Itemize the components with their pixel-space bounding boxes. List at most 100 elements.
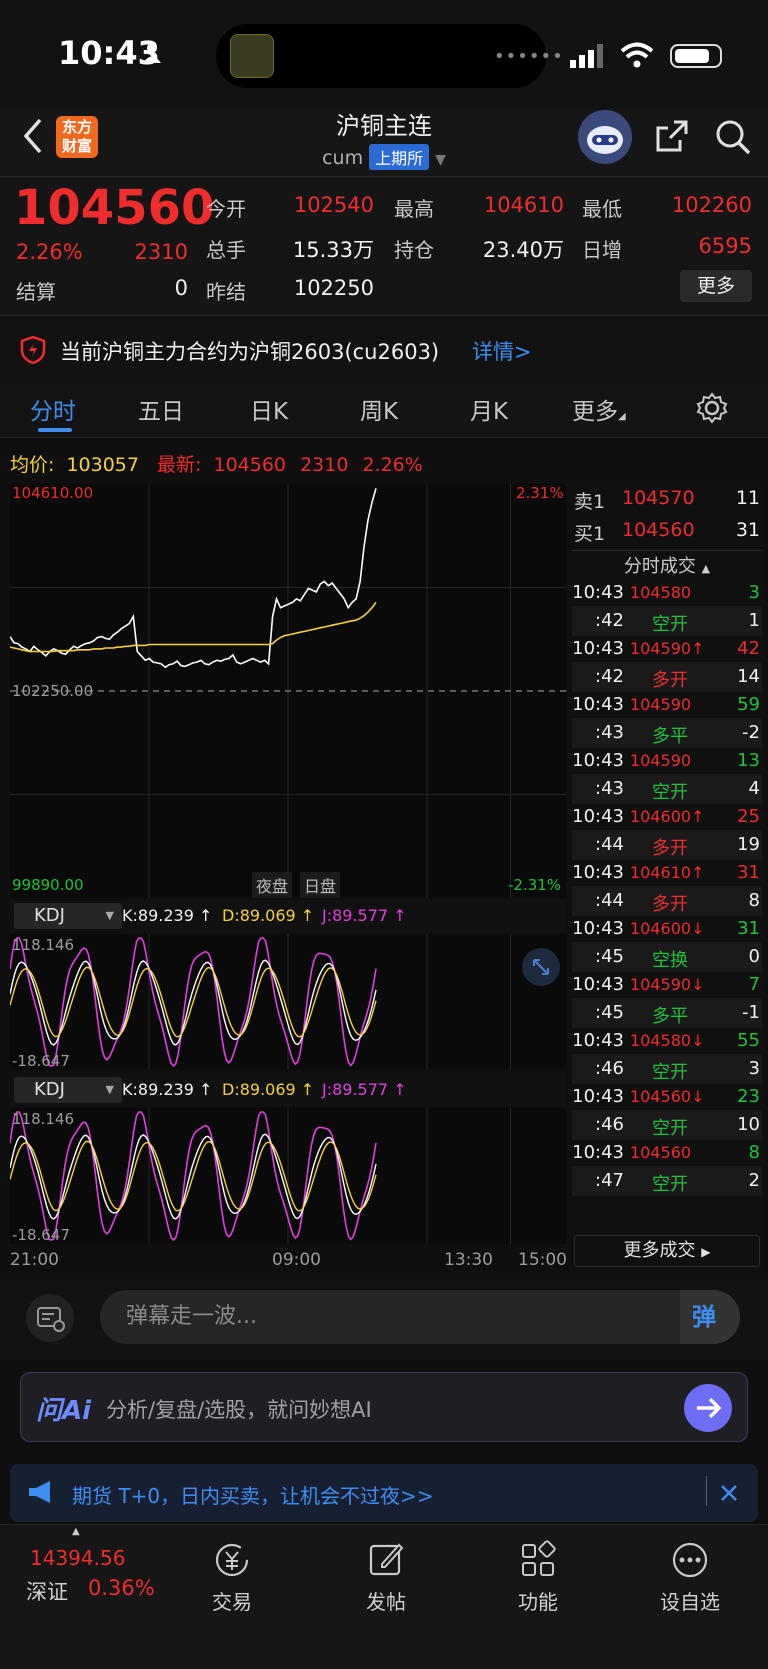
trade-volume: 14 bbox=[737, 666, 760, 687]
settle-label: 结算 bbox=[16, 280, 56, 304]
share-icon[interactable] bbox=[654, 118, 690, 154]
open-interest-label: 持仓 bbox=[394, 238, 434, 262]
index-value[interactable]: 14394.56 bbox=[30, 1546, 125, 1570]
pct-bottom-label: -2.31% bbox=[508, 876, 562, 894]
ai-submit-arrow-icon[interactable] bbox=[684, 1384, 732, 1432]
close-icon[interactable] bbox=[720, 1484, 738, 1502]
promo-text[interactable]: 期货 T+0，日内买卖，让机会不过夜>> bbox=[72, 1480, 434, 1509]
expand-icon[interactable] bbox=[522, 948, 560, 986]
trade-row: 10:43 104600↑ 25 bbox=[572, 802, 762, 832]
ai-assistant-avatar[interactable] bbox=[578, 110, 632, 164]
indicator-select-2[interactable]: KDJ ▼ bbox=[14, 1077, 122, 1103]
trade-time: :43 bbox=[595, 722, 624, 743]
intraday-chart[interactable] bbox=[9, 484, 566, 898]
nav-post-label: 发帖 bbox=[366, 1590, 406, 1614]
danmu-settings-icon[interactable] bbox=[26, 1294, 74, 1342]
kdj-header-1: KDJ ▼ K:89.239 ↑ D:89.069 ↑ J:89.577 ↑ bbox=[10, 900, 566, 932]
trade-time: 10:43 bbox=[572, 1030, 624, 1051]
tab-monthly-k[interactable]: 月K bbox=[470, 392, 508, 426]
trade-row: :47 空开 2 bbox=[572, 1166, 762, 1196]
trade-time: 10:43 bbox=[572, 806, 624, 827]
nav-add-watchlist-label: 设自选 bbox=[660, 1590, 720, 1614]
trade-volume: 19 bbox=[737, 834, 760, 855]
contract-subtitle[interactable]: cum 上期所 ▼ bbox=[0, 144, 768, 170]
trade-volume: 25 bbox=[737, 806, 760, 827]
ask-label: 卖1 bbox=[574, 491, 606, 513]
index-pct: 0.36% bbox=[88, 1576, 155, 1600]
x-tick-1330: 13:30 bbox=[444, 1250, 493, 1270]
kdj2-bottom: -18.647 bbox=[12, 1226, 70, 1244]
kdj-d-line bbox=[9, 966, 377, 1038]
nav-functions-label: 功能 bbox=[518, 1590, 558, 1614]
latest-value: 104560 bbox=[213, 454, 287, 476]
trade-time: 10:43 bbox=[572, 1086, 624, 1107]
nav-post[interactable]: 发帖 bbox=[336, 1540, 436, 1615]
ai-input[interactable]: 分析/复盘/选股，就问妙想AI bbox=[106, 1394, 372, 1424]
contract-code: cum bbox=[322, 147, 364, 169]
trade-time: 10:43 bbox=[572, 1142, 624, 1163]
nav-trade-label: 交易 bbox=[212, 1590, 252, 1614]
nav-functions[interactable]: 功能 bbox=[488, 1540, 588, 1615]
trade-price: 104560↓ bbox=[630, 1087, 705, 1106]
nav-trade[interactable]: 交易 bbox=[182, 1540, 282, 1615]
active-tab-indicator bbox=[38, 428, 72, 432]
tab-more[interactable]: 更多◢ bbox=[572, 392, 626, 426]
trade-time: 10:43 bbox=[572, 918, 624, 939]
avg-value: 103057 bbox=[66, 454, 139, 476]
trade-volume: 7 bbox=[748, 974, 760, 995]
trades-title[interactable]: 分时成交 ▲ bbox=[572, 552, 762, 578]
trade-volume: 13 bbox=[737, 750, 760, 771]
megaphone-icon bbox=[29, 1481, 50, 1503]
series-line-price bbox=[9, 488, 377, 669]
volume-value: 15.33万 bbox=[292, 238, 374, 262]
indicator-select-1[interactable]: KDJ ▼ bbox=[14, 903, 122, 929]
trade-volume: 3 bbox=[748, 582, 760, 603]
divider bbox=[572, 550, 762, 551]
trade-price: 104610↑ bbox=[630, 863, 705, 882]
trade-row: :43 空开 4 bbox=[572, 774, 762, 804]
bid-vol: 31 bbox=[735, 519, 760, 541]
trade-row: :42 空开 1 bbox=[572, 606, 762, 636]
trade-row: 10:43 104580↓ 55 bbox=[572, 1026, 762, 1056]
danmu-input[interactable]: 弹幕走一波... bbox=[100, 1290, 740, 1344]
danmu-send-button[interactable]: 弹 bbox=[680, 1290, 740, 1344]
tab-weekly-k[interactable]: 周K bbox=[360, 392, 398, 426]
trade-row: 10:43 104560↓ 23 bbox=[572, 1082, 762, 1112]
trade-type-tag: 空开 bbox=[652, 782, 688, 803]
last-price: 104560 bbox=[14, 180, 215, 236]
trade-time: 10:43 bbox=[572, 638, 624, 659]
nav-add-watchlist[interactable]: 设自选 bbox=[640, 1540, 740, 1615]
divider bbox=[706, 1476, 707, 1506]
open-interest-value: 23.40万 bbox=[482, 238, 564, 262]
more-trades-button[interactable]: 更多成交 ▶ bbox=[574, 1235, 760, 1267]
tab-five-day[interactable]: 五日 bbox=[138, 392, 184, 426]
trade-row: :44 多开 8 bbox=[572, 886, 762, 916]
page-title: 沪铜主连 bbox=[336, 112, 432, 140]
trade-price: 104590 bbox=[630, 695, 692, 714]
notice-detail-link[interactable]: 详情> bbox=[472, 336, 532, 366]
trade-price: 104600↓ bbox=[630, 919, 705, 938]
tab-intraday[interactable]: 分时 bbox=[30, 392, 76, 426]
trade-type-tag: 多平 bbox=[652, 1006, 688, 1027]
kdj-panel-2[interactable] bbox=[9, 1108, 566, 1244]
indicator-name-1: KDJ bbox=[34, 905, 65, 926]
day-session-label: 日盘 bbox=[300, 872, 341, 898]
trade-time: :47 bbox=[595, 1170, 624, 1191]
prev-settle-value: 102250 bbox=[293, 276, 374, 300]
high-label: 最高 bbox=[394, 197, 434, 221]
kdj-panel-1[interactable] bbox=[9, 934, 566, 1070]
trade-row: :45 多平 -1 bbox=[572, 998, 762, 1028]
daily-increase-label: 日增 bbox=[582, 238, 622, 262]
media-thumbnail-icon bbox=[230, 34, 274, 78]
trade-type-tag: 多开 bbox=[652, 894, 688, 915]
settings-gear-icon[interactable] bbox=[696, 392, 728, 424]
trade-time: 10:43 bbox=[572, 694, 624, 715]
more-button[interactable]: 更多 bbox=[680, 270, 752, 302]
tab-daily-k[interactable]: 日K bbox=[250, 392, 288, 426]
trade-row: :46 空开 3 bbox=[572, 1054, 762, 1084]
trade-price: 104590↑ bbox=[630, 639, 705, 658]
search-icon[interactable] bbox=[714, 118, 752, 156]
kdj-d-line bbox=[9, 1140, 377, 1212]
trade-row: 10:43 104590 59 bbox=[572, 690, 762, 720]
y-mid-label: 102250.00 bbox=[12, 682, 94, 700]
